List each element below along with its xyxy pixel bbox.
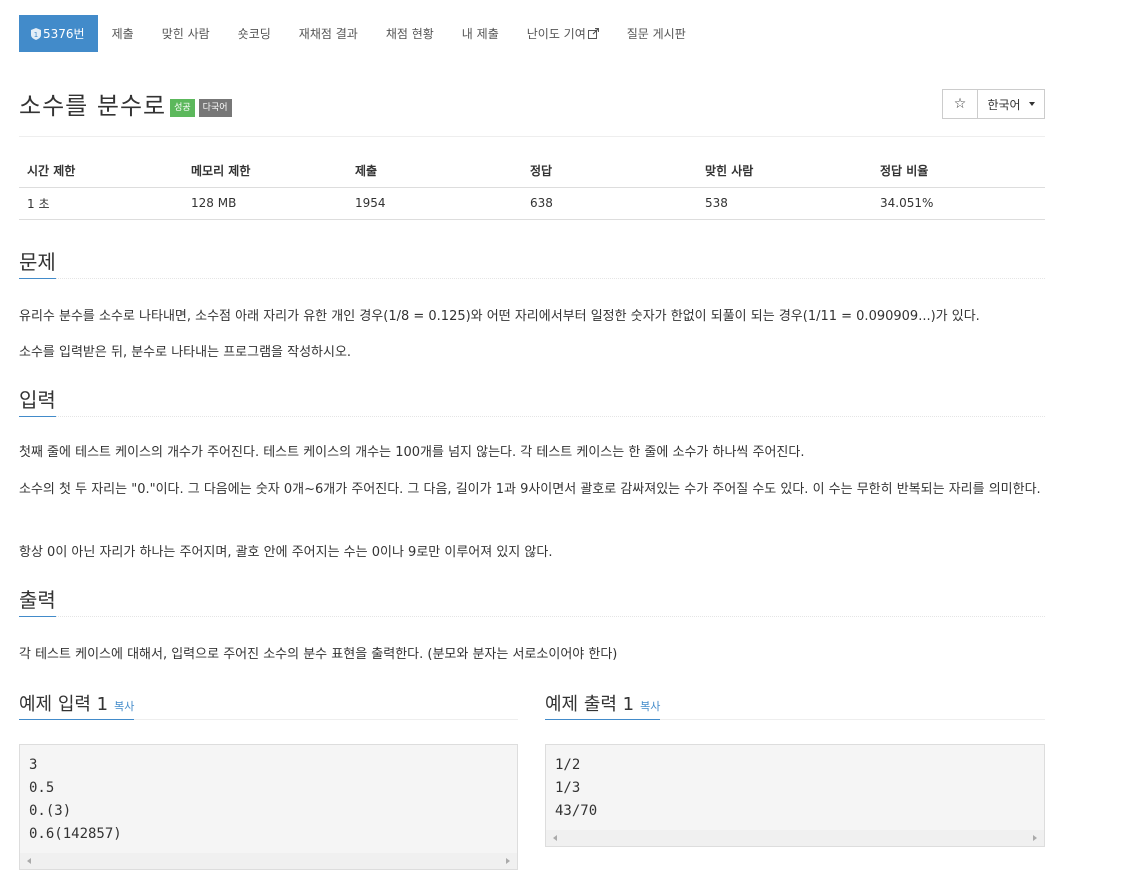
sample-output-text: 1/2 1/3 43/70	[555, 757, 598, 819]
nav-difficulty-contribution[interactable]: 난이도 기여	[513, 15, 613, 52]
scroll-left-icon[interactable]	[27, 858, 31, 864]
nav-short-coding[interactable]: 숏코딩	[224, 15, 285, 52]
section-input-title: 입력	[19, 387, 56, 417]
problem-nav: 1 5376번 제출 맞힌 사람 숏코딩 재채점 결과 채점 현황 내 제출 난…	[19, 15, 700, 52]
table-row: 1 초 128 MB 1954 638 538 34.051%	[19, 187, 1045, 220]
section-description-header: 문제	[19, 249, 1045, 279]
sample-output-title-wrap: 예제 출력 1 복사	[545, 694, 661, 720]
nav-judge-status-label: 채점 현황	[385, 27, 434, 41]
sample-input-scrollbar[interactable]	[20, 853, 517, 869]
th-accept-ratio: 정답 비율	[872, 155, 1045, 188]
sample-input-title: 예제 입력 1	[19, 694, 109, 715]
sample-output-copy-link[interactable]: 복사	[640, 700, 660, 713]
nav-rejudge-results-label: 재채점 결과	[298, 27, 358, 41]
th-submissions: 제출	[347, 155, 522, 188]
input-paragraph-1: 첫째 줄에 테스트 케이스의 개수가 주어진다. 테스트 케이스의 개수는 10…	[19, 445, 805, 460]
nav-my-submissions[interactable]: 내 제출	[448, 15, 513, 52]
svg-text:1: 1	[34, 31, 38, 39]
td-accepted: 638	[522, 187, 697, 220]
nav-question-board[interactable]: 질문 게시판	[613, 15, 700, 52]
language-select-button[interactable]: 한국어	[977, 89, 1045, 119]
td-time-limit: 1 초	[19, 187, 183, 220]
th-accepted: 정답	[522, 155, 697, 188]
sample-input-box[interactable]: 3 0.5 0.(3) 0.6(142857)	[19, 744, 518, 870]
nav-difficulty-label: 난이도 기여	[526, 27, 586, 41]
sample-input-header: 예제 입력 1 복사	[19, 694, 518, 720]
external-link-icon	[587, 27, 599, 39]
sample-input-text: 3 0.5 0.(3) 0.6(142857)	[29, 757, 122, 842]
scroll-right-icon[interactable]	[1033, 835, 1037, 841]
td-solved-users: 538	[697, 187, 872, 220]
input-paragraph-3: 항상 0이 아닌 자리가 하나는 주어지며, 괄호 안에 주어지는 수는 0이나…	[19, 545, 553, 560]
th-memory-limit: 메모리 제한	[183, 155, 347, 188]
problem-level-icon: 1	[31, 27, 41, 40]
nav-solved-users-label: 맞힌 사람	[161, 27, 210, 41]
scroll-left-icon[interactable]	[553, 835, 557, 841]
nav-short-coding-label: 숏코딩	[237, 27, 271, 41]
nav-submit-label: 제출	[111, 27, 134, 41]
td-memory-limit: 128 MB	[183, 187, 347, 220]
sample-input-title-wrap: 예제 입력 1 복사	[19, 694, 135, 720]
th-time-limit: 시간 제한	[19, 155, 183, 188]
caret-down-icon	[1028, 102, 1035, 106]
th-solved-users: 맞힌 사람	[697, 155, 872, 188]
scroll-right-icon[interactable]	[506, 858, 510, 864]
star-icon: ☆	[953, 96, 967, 112]
nav-my-submissions-label: 내 제출	[461, 27, 499, 41]
language-label: 한국어	[987, 97, 1021, 112]
problem-info-table: 시간 제한 메모리 제한 제출 정답 맞힌 사람 정답 비율 1 초 128 M…	[19, 155, 1045, 220]
nav-submit[interactable]: 제출	[98, 15, 148, 52]
status-badge-multilang: 다국어	[198, 98, 232, 117]
td-submissions: 1954	[347, 187, 522, 220]
section-output-header: 출력	[19, 587, 1045, 617]
input-paragraph-2: 소수의 첫 두 자리는 "0."이다. 그 다음에는 숫자 0개~6개가 주어진…	[19, 482, 1041, 497]
section-description-title: 문제	[19, 249, 56, 279]
nav-problem-number-label: 5376번	[43, 27, 85, 41]
description-paragraph-1: 유리수 분수를 소수로 나타내면, 소수점 아래 자리가 유한 개인 경우(1/…	[19, 309, 980, 324]
nav-solved-users[interactable]: 맞힌 사람	[148, 15, 224, 52]
nav-rejudge-results[interactable]: 재채점 결과	[285, 15, 372, 52]
title-divider	[19, 136, 1045, 137]
status-badge-success: 성공	[170, 98, 195, 117]
sample-output-title: 예제 출력 1	[545, 694, 635, 715]
nav-question-board-label: 질문 게시판	[626, 27, 686, 41]
table-header-row: 시간 제한 메모리 제한 제출 정답 맞힌 사람 정답 비율	[19, 155, 1045, 188]
page-title: 소수를 분수로	[19, 92, 167, 120]
sample-input-copy-link[interactable]: 복사	[114, 700, 134, 713]
sample-output-header: 예제 출력 1 복사	[545, 694, 1045, 720]
sample-output-box[interactable]: 1/2 1/3 43/70	[545, 744, 1045, 847]
td-accept-ratio: 34.051%	[872, 187, 1045, 220]
section-input-header: 입력	[19, 387, 1045, 417]
description-paragraph-2: 소수를 입력받은 뒤, 분수로 나타내는 프로그램을 작성하시오.	[19, 345, 352, 360]
favorite-star-button[interactable]: ☆	[942, 89, 978, 119]
sample-output-scrollbar[interactable]	[546, 830, 1044, 846]
output-paragraph-1: 각 테스트 케이스에 대해서, 입력으로 주어진 소수의 분수 표현을 출력한다…	[19, 647, 618, 662]
nav-problem-number[interactable]: 1 5376번	[19, 15, 98, 52]
section-output-title: 출력	[19, 587, 56, 617]
problem-title-row: 소수를 분수로 성공 다국어	[19, 86, 232, 121]
nav-judge-status[interactable]: 채점 현황	[372, 15, 448, 52]
